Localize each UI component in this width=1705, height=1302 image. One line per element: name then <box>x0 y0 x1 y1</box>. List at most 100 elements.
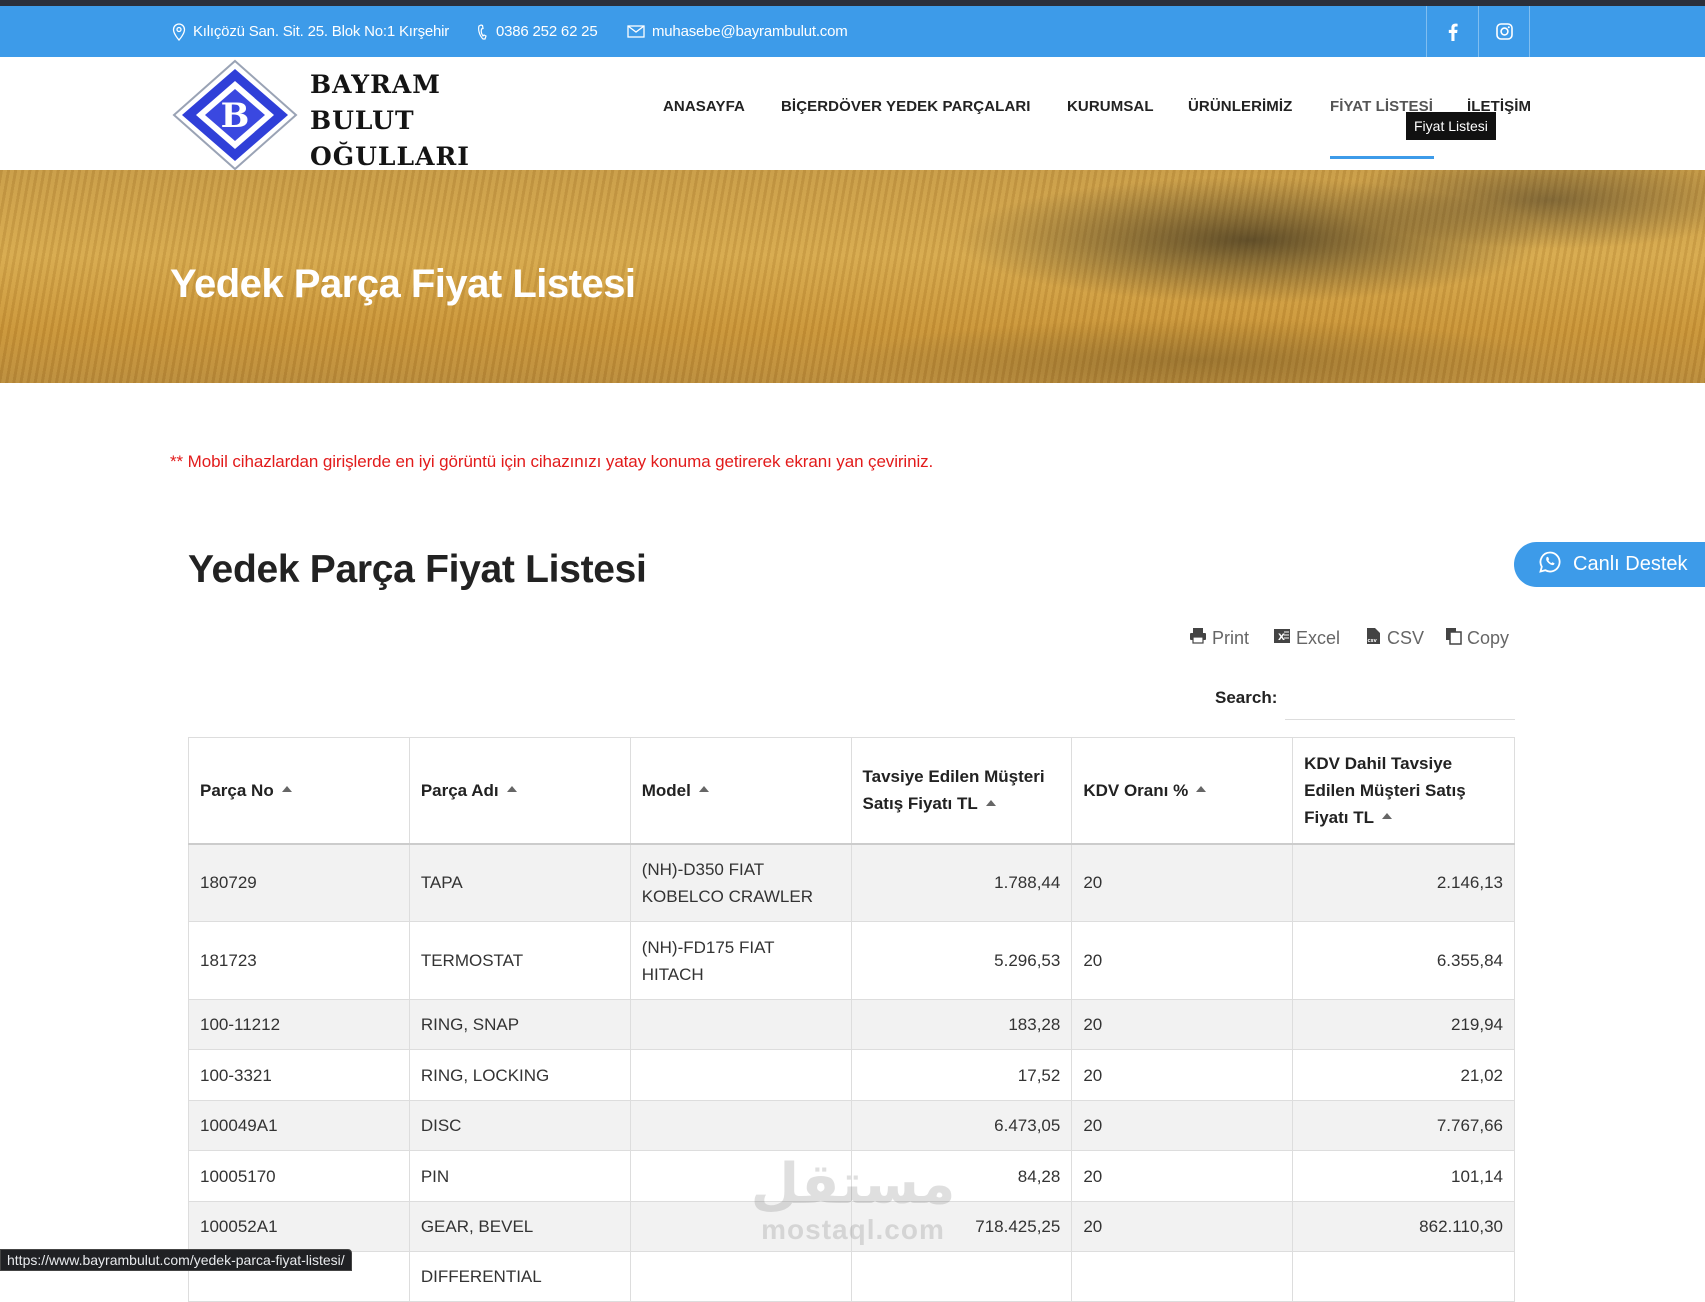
cell-kdv-dahil-fiyat: 862.110,30 <box>1292 1201 1515 1252</box>
phone-item[interactable]: 0386 252 62 25 <box>477 6 598 57</box>
logo-diamond-icon: B <box>172 59 298 171</box>
export-copy-button[interactable]: Copy <box>1445 627 1509 650</box>
export-excel-button[interactable]: X Excel <box>1273 627 1340 650</box>
svg-text:X: X <box>1278 633 1285 643</box>
table-row[interactable]: 100-11212 RING, SNAP 183,28 20 219,94 <box>188 999 1515 1050</box>
cell-parca-no: 100049A1 <box>188 1100 410 1151</box>
instagram-link[interactable] <box>1478 6 1530 57</box>
nav-anasayfa[interactable]: ANASAYFA <box>663 98 745 115</box>
cell-kdv-dahil-fiyat: 21,02 <box>1292 1049 1515 1101</box>
printer-icon <box>1189 627 1207 649</box>
cell-satis-fiyati: 6.473,05 <box>850 1100 1073 1151</box>
email-text: muhasebe@bayrambulut.com <box>652 23 848 40</box>
col-header-kdv-dahil-fiyat[interactable]: KDV Dahil Tavsiye Edilen Müşteri Satış F… <box>1292 737 1515 845</box>
cell-kdv-dahil-fiyat: 101,14 <box>1292 1150 1515 1202</box>
cell-kdv-orani: 20 <box>1071 1201 1294 1252</box>
nav-tooltip: Fiyat Listesi <box>1406 112 1496 140</box>
cell-kdv-orani: 20 <box>1071 1100 1294 1151</box>
facebook-icon <box>1448 23 1458 41</box>
table-row[interactable]: 180729 TAPA (NH)-D350 FIAT KOBELCO CRAWL… <box>188 843 1515 922</box>
cell-parca-adi: RING, SNAP <box>408 999 631 1050</box>
address-text: Kılıçözü San. Sit. 25. Blok No:1 Kırşehi… <box>193 23 450 40</box>
whatsapp-icon <box>1539 551 1561 579</box>
top-contact-bar: Kılıçözü San. Sit. 25. Blok No:1 Kırşehi… <box>0 6 1705 57</box>
cell-satis-fiyati <box>850 1251 1073 1302</box>
search-input[interactable] <box>1285 676 1515 720</box>
hero-banner: Yedek Parça Fiyat Listesi <box>0 170 1705 383</box>
cell-parca-no: 180729 <box>188 843 410 922</box>
cell-parca-adi: GEAR, BEVEL <box>408 1201 631 1252</box>
cell-kdv-dahil-fiyat: 2.146,13 <box>1292 843 1515 922</box>
col-header-model[interactable]: Model <box>629 737 852 845</box>
watermark-arabic: مستقل <box>750 1152 956 1217</box>
sort-asc-icon <box>1382 813 1393 820</box>
sort-asc-icon <box>985 799 996 806</box>
cell-model <box>629 999 852 1050</box>
export-csv-button[interactable]: csv CSV <box>1364 627 1424 650</box>
cell-kdv-dahil-fiyat: 219,94 <box>1292 999 1515 1050</box>
watermark-logo: مستقل mostaql.com <box>748 1155 958 1245</box>
cell-kdv-orani: 20 <box>1071 843 1294 922</box>
cell-satis-fiyati: 183,28 <box>850 999 1073 1050</box>
company-logo[interactable]: B BAYRAM BULUT OĞULLARI <box>170 59 470 171</box>
site-header: B BAYRAM BULUT OĞULLARI ANASAYFA BİÇERDÖ… <box>0 57 1705 171</box>
cell-parca-adi: TAPA <box>408 843 631 922</box>
cell-model <box>629 1049 852 1101</box>
nav-bicerdover-yedek-parcalari[interactable]: BİÇERDÖVER YEDEK PARÇALARI <box>781 98 1031 115</box>
table-row[interactable]: DIFFERENTIAL <box>188 1251 1515 1302</box>
cell-parca-adi: DIFFERENTIAL <box>408 1251 631 1302</box>
cell-kdv-orani: 20 <box>1071 1150 1294 1202</box>
cell-model: (NH)-FD175 FIAT HITACH <box>629 921 852 1000</box>
cell-parca-no: 100052A1 <box>188 1201 410 1252</box>
table-row[interactable]: 181723 TERMOSTAT (NH)-FD175 FIAT HITACH … <box>188 921 1515 1000</box>
csv-file-icon: csv <box>1364 627 1382 650</box>
col-header-kdv-orani[interactable]: KDV Oranı % <box>1071 737 1294 845</box>
facebook-link[interactable] <box>1426 6 1478 57</box>
cell-model <box>629 1251 852 1302</box>
email-item[interactable]: muhasebe@bayrambulut.com <box>627 6 848 57</box>
sort-asc-icon <box>1196 786 1207 793</box>
header-label: Parça Adı <box>420 780 499 800</box>
table-header-row: Parça No Parça Adı Model Tavsiye Edilen … <box>188 737 1515 845</box>
live-support-button[interactable]: Canlı Destek <box>1514 542 1705 587</box>
phone-icon <box>477 23 489 41</box>
table-row[interactable]: 100049A1 DISC 6.473,05 20 7.767,66 <box>188 1100 1515 1151</box>
cell-model: (NH)-D350 FIAT KOBELCO CRAWLER <box>629 843 852 922</box>
browser-status-url: https://www.bayrambulut.com/yedek-parca-… <box>0 1249 352 1271</box>
col-header-parca-adi[interactable]: Parça Adı <box>408 737 631 845</box>
export-excel-label: Excel <box>1296 628 1341 648</box>
cell-parca-no: 100-3321 <box>188 1049 410 1101</box>
nav-urunlerimiz[interactable]: ÜRÜNLERİMİZ <box>1188 98 1292 115</box>
sort-asc-icon <box>281 786 292 793</box>
search-label: Search: <box>1215 688 1278 707</box>
col-header-satis-fiyati[interactable]: Tavsiye Edilen Müşteri Satış Fiyatı TL <box>850 737 1073 845</box>
cell-parca-adi: DISC <box>408 1100 631 1151</box>
instagram-icon <box>1495 23 1513 40</box>
logo-wordmark: BAYRAM BULUT OĞULLARI <box>310 67 470 175</box>
sort-asc-icon <box>698 786 709 793</box>
logo-line-2: BULUT <box>310 106 415 135</box>
nav-kurumsal[interactable]: KURUMSAL <box>1067 98 1154 115</box>
sort-asc-icon <box>506 786 517 793</box>
logo-line-1: BAYRAM <box>310 70 441 99</box>
header-label: Tavsiye Edilen Müşteri Satış Fiyatı TL <box>862 767 1045 814</box>
svg-text:csv: csv <box>1368 638 1378 644</box>
export-print-label: Print <box>1212 627 1250 648</box>
location-pin-icon <box>172 22 186 41</box>
envelope-icon <box>627 25 645 38</box>
table-row[interactable]: 100-3321 RING, LOCKING 17,52 20 21,02 <box>188 1049 1515 1101</box>
live-support-label: Canlı Destek <box>1573 553 1688 575</box>
cell-kdv-orani: 20 <box>1071 921 1294 1000</box>
col-header-parca-no[interactable]: Parça No <box>188 737 410 845</box>
header-label: Model <box>641 780 691 800</box>
export-print-button[interactable]: Print <box>1189 627 1249 649</box>
watermark-latin: mostaql.com <box>761 1214 945 1245</box>
cell-parca-no: 181723 <box>188 921 410 1000</box>
cell-kdv-dahil-fiyat: 7.767,66 <box>1292 1100 1515 1151</box>
page-title: Yedek Parça Fiyat Listesi <box>188 548 647 591</box>
cell-kdv-dahil-fiyat <box>1292 1251 1515 1302</box>
header-label: KDV Oranı % <box>1083 780 1189 800</box>
cell-satis-fiyati: 5.296,53 <box>850 921 1073 1000</box>
logo-letter: B <box>221 96 250 136</box>
export-copy-label: Copy <box>1467 628 1510 648</box>
